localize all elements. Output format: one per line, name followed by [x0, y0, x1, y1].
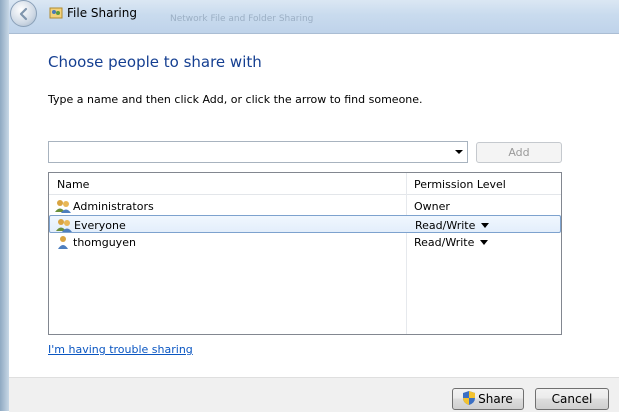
- list-item[interactable]: thomguyen Read/Write: [49, 233, 561, 251]
- uac-shield-icon: [463, 391, 476, 405]
- column-header-permission[interactable]: Permission Level: [414, 178, 506, 191]
- window-left-edge: [0, 0, 9, 411]
- background-window-text: Network File and Folder Sharing: [170, 14, 314, 24]
- list-item-name: thomguyen: [73, 236, 136, 249]
- share-button-label: Share: [478, 392, 513, 406]
- user-icon: [58, 236, 68, 249]
- cancel-button[interactable]: Cancel: [535, 388, 609, 410]
- list-item[interactable]: Administrators Owner: [49, 197, 561, 215]
- name-input[interactable]: [48, 141, 468, 163]
- permission-dropdown-icon[interactable]: [480, 240, 488, 245]
- back-arrow-icon: [19, 7, 27, 20]
- list-item-permission: Read/Write: [414, 236, 475, 249]
- dialog-content: Choose people to share with Type a name …: [9, 34, 619, 377]
- file-sharing-icon: [49, 7, 63, 19]
- list-item-name: Administrators: [73, 200, 154, 213]
- trouble-sharing-link[interactable]: I'm having trouble sharing: [48, 343, 193, 356]
- page-title: Choose people to share with: [48, 53, 262, 71]
- list-item-permission: Read/Write: [415, 219, 476, 232]
- column-header-name[interactable]: Name: [57, 178, 89, 191]
- group-icon: [56, 219, 72, 232]
- back-button[interactable]: [10, 0, 37, 27]
- add-button[interactable]: Add: [476, 142, 562, 163]
- list-header: Name Permission Level: [49, 173, 561, 195]
- chevron-down-icon[interactable]: [455, 150, 463, 154]
- title-bar: Network File and Folder Sharing File Sha…: [0, 0, 619, 34]
- permission-dropdown-icon[interactable]: [481, 223, 489, 228]
- share-list[interactable]: Name Permission Level Administrators Own…: [48, 172, 562, 335]
- group-icon: [55, 200, 71, 213]
- list-item-selected[interactable]: Everyone Read/Write: [49, 215, 561, 233]
- share-button[interactable]: Share: [452, 388, 524, 410]
- dialog-footer: Share Cancel: [9, 377, 619, 412]
- window-title: File Sharing: [67, 6, 137, 20]
- list-item-permission: Owner: [414, 200, 450, 213]
- list-item-name: Everyone: [74, 219, 126, 232]
- instructions-text: Type a name and then click Add, or click…: [48, 93, 423, 106]
